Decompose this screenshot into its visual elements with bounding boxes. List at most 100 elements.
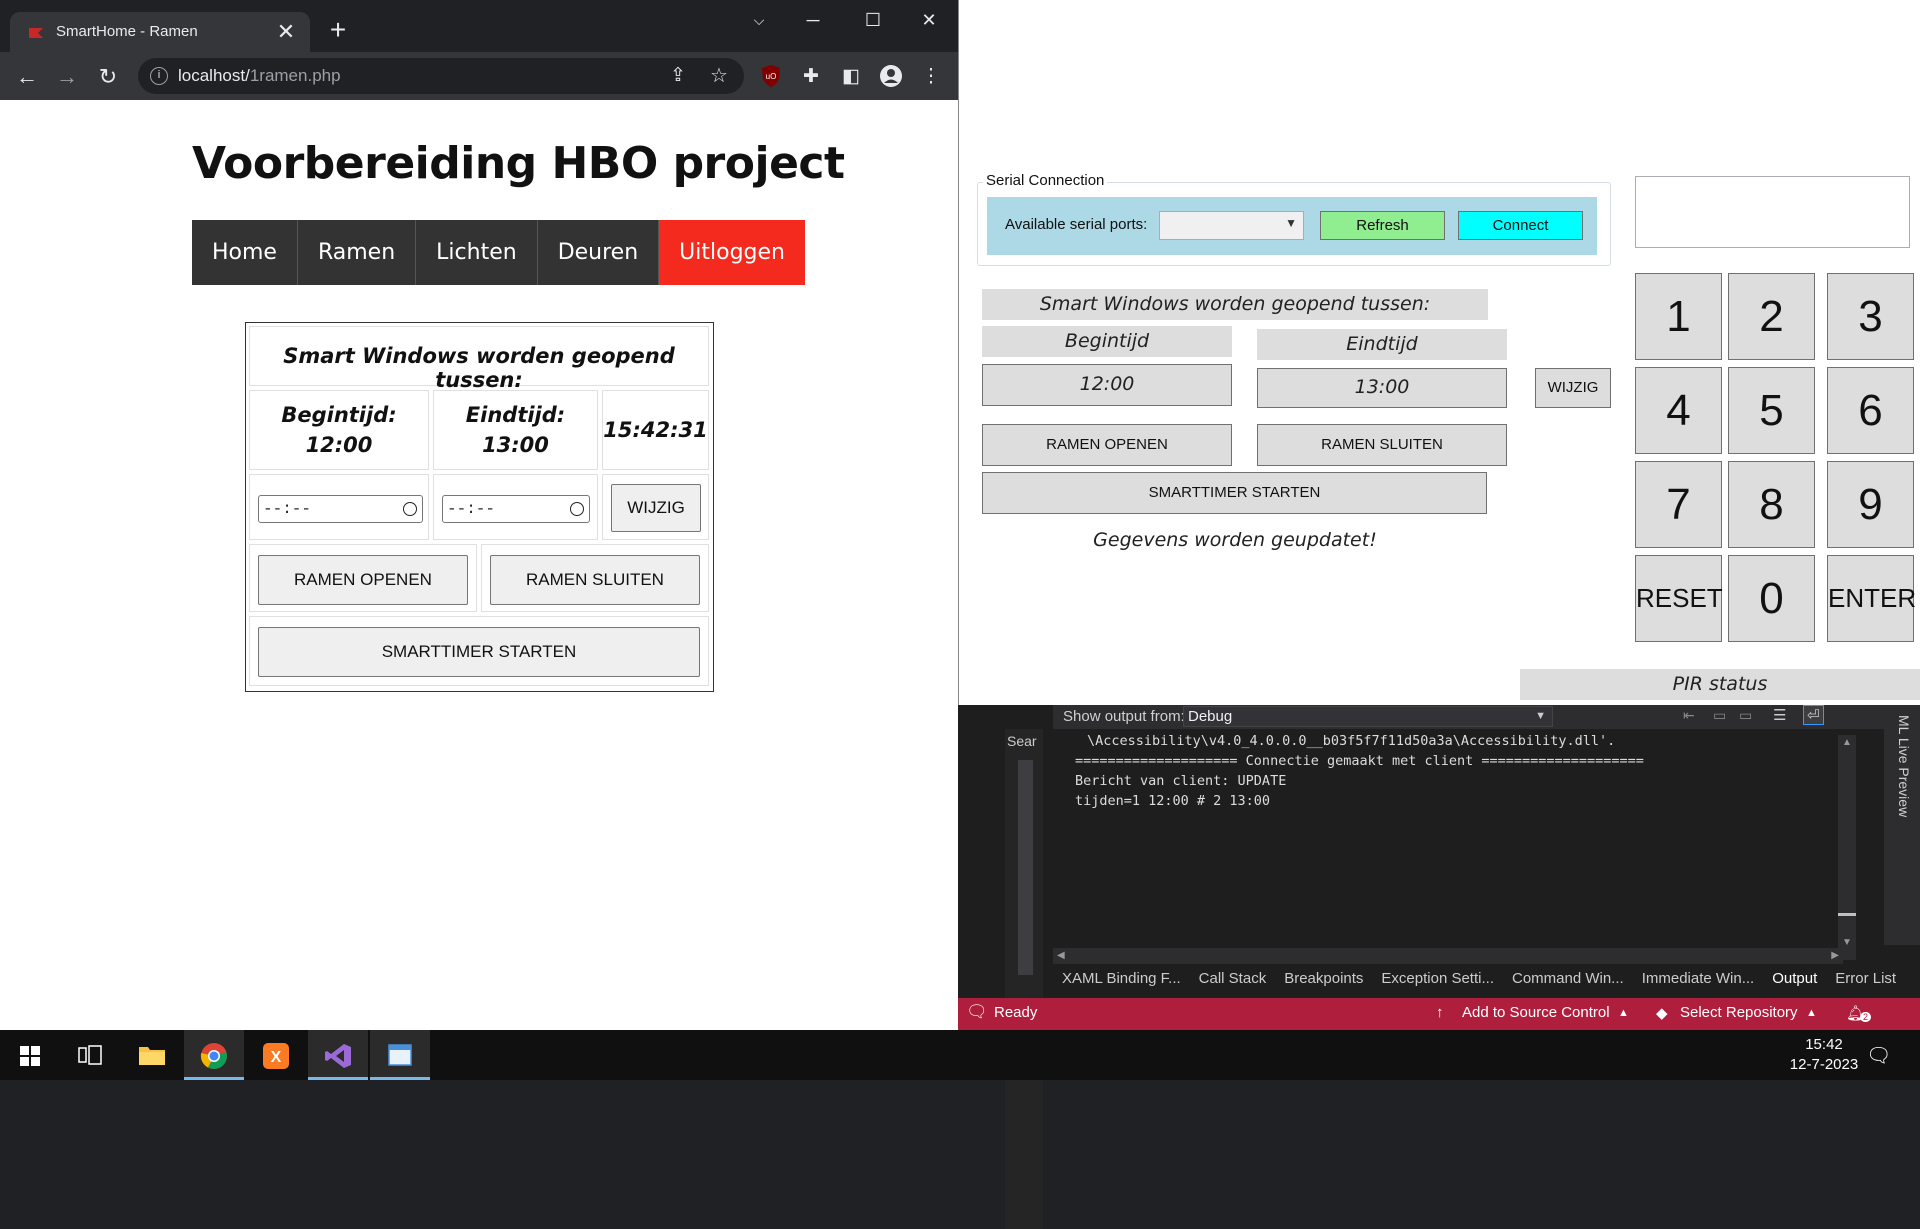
refresh-button[interactable]: Refresh	[1320, 211, 1445, 240]
address-bar[interactable]: i localhost/1ramen.php ⇪ ☆	[138, 58, 744, 94]
xampp-taskbar-button[interactable]: X	[246, 1030, 306, 1080]
share-icon[interactable]: ⇪	[670, 64, 686, 87]
begin-time-input[interactable]: --:--	[258, 495, 423, 523]
keypad-key-9[interactable]: 9	[1827, 461, 1914, 548]
clear-all-icon[interactable]: ☰	[1773, 706, 1786, 724]
nav-home[interactable]: Home	[192, 220, 298, 285]
chrome-menu-icon[interactable]: ⋮	[918, 64, 944, 90]
profile-avatar-icon[interactable]	[878, 64, 904, 90]
tab-error-list[interactable]: Error List	[1826, 968, 1905, 990]
ublock-extension-icon[interactable]: uO	[758, 64, 784, 90]
tab-command-window[interactable]: Command Win...	[1503, 968, 1633, 990]
minimize-icon[interactable]: ─	[790, 6, 836, 34]
browser-tab[interactable]: SmartHome - Ramen ✕	[10, 12, 310, 53]
begin-time-label: Begintijd:	[281, 403, 397, 427]
wpf-wijzig-button[interactable]: WIJZIG	[1535, 368, 1611, 408]
smarttimer-button[interactable]: SMARTTIMER STARTEN	[258, 627, 700, 677]
keypad-key-7[interactable]: 7	[1635, 461, 1722, 548]
visual-studio-taskbar-button[interactable]	[308, 1030, 368, 1080]
scroll-left-icon[interactable]: ◀	[1057, 950, 1065, 961]
tab-call-stack[interactable]: Call Stack	[1190, 968, 1276, 990]
keypad-enter-button[interactable]: ENTER	[1827, 555, 1916, 642]
maximize-icon[interactable]: ☐	[850, 6, 896, 34]
wpf-heading: Smart Windows worden geopend tussen:	[982, 289, 1488, 320]
keypad-key-2[interactable]: 2	[1728, 273, 1815, 360]
wpf-ramen-sluiten-button[interactable]: RAMEN SLUITEN	[1257, 424, 1507, 466]
keypad-reset-button[interactable]: RESET	[1635, 555, 1723, 642]
nav-ramen[interactable]: Ramen	[297, 220, 417, 285]
search-label[interactable]: Sear	[1007, 733, 1037, 749]
tab-xaml-binding[interactable]: XAML Binding F...	[1053, 968, 1190, 990]
wijzig-button[interactable]: WIJZIG	[611, 484, 701, 532]
new-tab-button[interactable]: +	[324, 16, 352, 44]
next-message-icon[interactable]: ▭	[1739, 707, 1752, 724]
taskbar-date[interactable]: 12-7-2023	[1774, 1056, 1874, 1073]
wpf-begin-time-field[interactable]: 12:00	[982, 364, 1232, 406]
nav-logout[interactable]: Uitloggen	[659, 220, 805, 285]
scroll-right-icon[interactable]: ▶	[1831, 950, 1839, 961]
wpf-end-time-field[interactable]: 13:00	[1257, 368, 1507, 408]
task-view-button[interactable]	[60, 1030, 120, 1080]
output-source-dropdown[interactable]: Debug ▼	[1183, 706, 1553, 727]
window-close-icon[interactable]: ✕	[906, 6, 952, 34]
reload-icon[interactable]: ↻	[93, 62, 123, 92]
connect-button[interactable]: Connect	[1458, 211, 1583, 240]
nav-deuren[interactable]: Deuren	[537, 220, 660, 285]
find-message-icon[interactable]: ⇤	[1683, 707, 1695, 724]
output-vertical-scrollbar[interactable]: ▲ ▼	[1838, 735, 1856, 960]
site-info-icon[interactable]: i	[150, 67, 168, 85]
ramen-openen-button[interactable]: RAMEN OPENEN	[258, 555, 468, 605]
xaml-live-preview-strip[interactable]: ML Live Preview	[1884, 705, 1920, 945]
clock-icon[interactable]	[570, 502, 584, 516]
scroll-up-icon[interactable]: ▲	[1842, 737, 1852, 748]
keypad-display[interactable]	[1635, 176, 1910, 248]
window-control-panel: Smart Windows worden geopend tussen: Beg…	[245, 322, 714, 692]
keypad-key-4[interactable]: 4	[1635, 367, 1722, 454]
folder-icon	[139, 1047, 165, 1065]
output-text-area[interactable]: \Accessibility\v4.0_4.0.0.0__b03f5f7f11d…	[1055, 729, 1815, 979]
keypad-key-8[interactable]: 8	[1728, 461, 1815, 548]
word-wrap-icon[interactable]: ⏎	[1803, 705, 1824, 725]
prev-message-icon[interactable]: ▭	[1713, 707, 1726, 724]
scroll-down-icon[interactable]: ▼	[1842, 937, 1852, 948]
clock-icon[interactable]	[403, 502, 417, 516]
wpf-smarttimer-button[interactable]: SMARTTIMER STARTEN	[982, 472, 1487, 514]
output-horizontal-scrollbar[interactable]: ◀ ▶	[1053, 948, 1843, 964]
file-explorer-taskbar-button[interactable]	[122, 1030, 182, 1080]
status-comment-icon[interactable]: 🗨	[966, 1002, 988, 1022]
bookmark-star-icon[interactable]: ☆	[710, 63, 728, 88]
keypad-key-0[interactable]: 0	[1728, 555, 1815, 642]
taskbar-time[interactable]: 15:42	[1774, 1036, 1874, 1053]
start-button[interactable]	[0, 1030, 60, 1080]
tab-breakpoints[interactable]: Breakpoints	[1275, 968, 1372, 990]
tab-search-icon[interactable]: ⌵	[736, 6, 782, 34]
wpf-app-taskbar-button[interactable]	[370, 1030, 430, 1080]
keypad-key-5[interactable]: 5	[1728, 367, 1815, 454]
scroll-thumb[interactable]	[1838, 913, 1856, 916]
end-time-input[interactable]: --:--	[442, 495, 590, 523]
extensions-puzzle-icon[interactable]: ✚	[798, 64, 824, 90]
tab-close-icon[interactable]: ✕	[272, 18, 300, 46]
select-repository-button[interactable]: Select Repository	[1680, 1004, 1798, 1021]
side-panel-icon[interactable]: ◧	[838, 64, 864, 90]
chevron-down-icon: ▼	[1285, 216, 1297, 230]
action-center-icon[interactable]: 🗨	[1866, 1043, 1891, 1068]
back-icon[interactable]: ←	[12, 62, 42, 92]
keypad-key-6[interactable]: 6	[1827, 367, 1914, 454]
nav-lichten[interactable]: Lichten	[416, 220, 538, 285]
tab-immediate-window[interactable]: Immediate Win...	[1633, 968, 1764, 990]
keypad-key-3[interactable]: 3	[1827, 273, 1914, 360]
wpf-ramen-openen-button[interactable]: RAMEN OPENEN	[982, 424, 1232, 466]
serial-ports-label: Available serial ports:	[1005, 216, 1148, 233]
ramen-sluiten-button[interactable]: RAMEN SLUITEN	[490, 555, 700, 605]
serial-port-dropdown[interactable]: ▼	[1159, 211, 1304, 240]
keypad-key-1[interactable]: 1	[1635, 273, 1722, 360]
left-scrollbar[interactable]	[1018, 760, 1033, 975]
caret-up-icon: ▲	[1618, 1007, 1629, 1019]
tab-output[interactable]: Output	[1763, 968, 1827, 990]
close-cell: RAMEN SLUITEN	[481, 544, 709, 612]
tab-exception-settings[interactable]: Exception Setti...	[1372, 968, 1503, 990]
forward-icon[interactable]: →	[52, 62, 82, 92]
add-to-source-control-button[interactable]: Add to Source Control	[1462, 1004, 1610, 1021]
chrome-taskbar-button[interactable]	[184, 1030, 244, 1080]
